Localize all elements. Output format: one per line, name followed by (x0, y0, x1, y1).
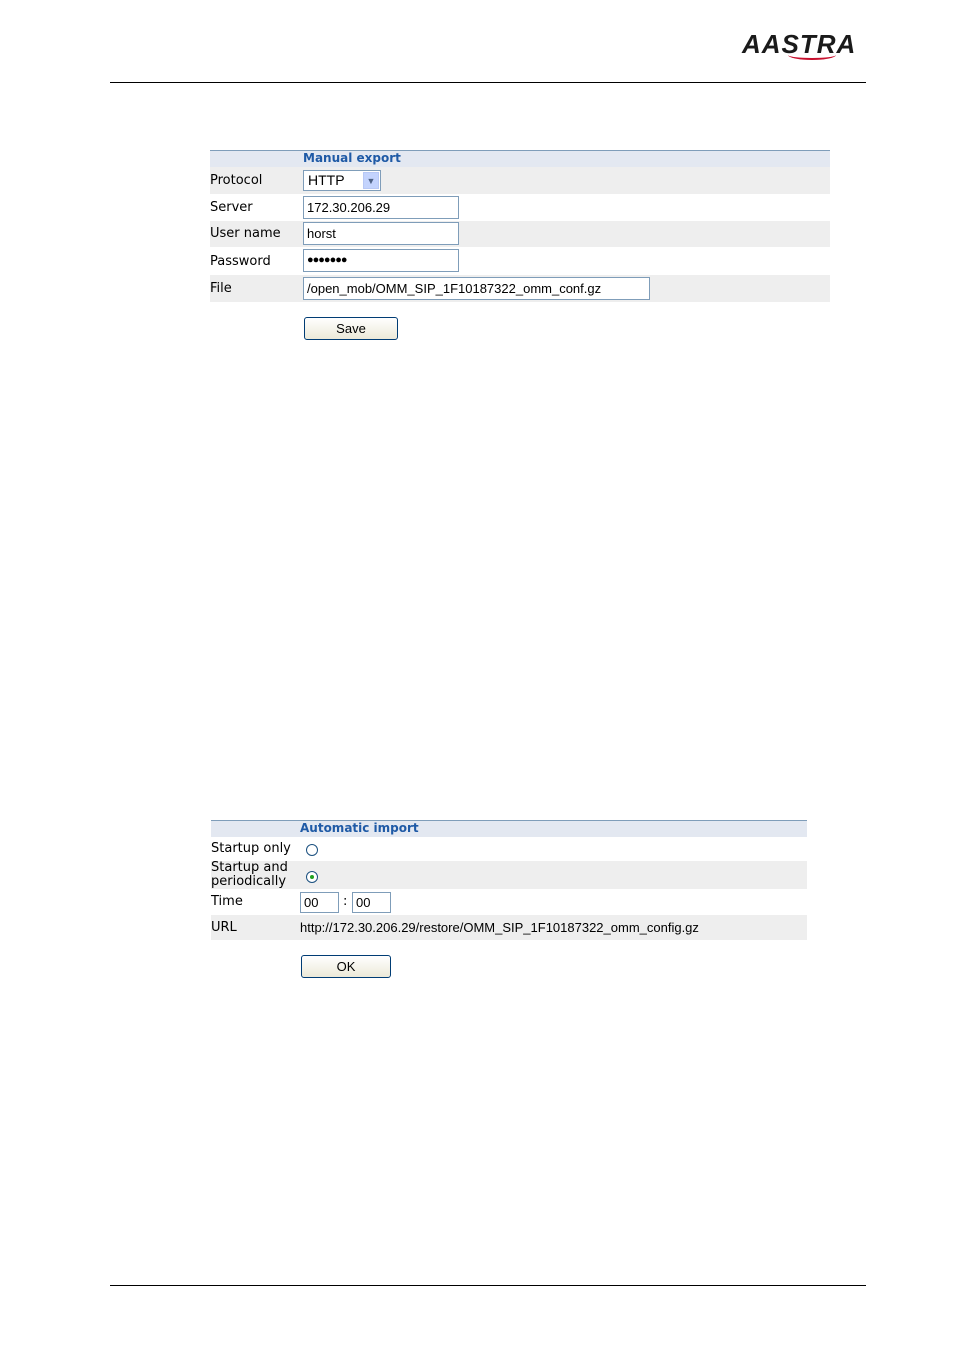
automatic-import-form: Automatic import Startup only Startup an… (211, 820, 807, 980)
automatic-import-header: Automatic import (211, 820, 807, 837)
save-button[interactable]: Save (304, 317, 398, 340)
ok-button[interactable]: OK (301, 955, 391, 978)
automatic-import-title: Automatic import (300, 821, 419, 835)
user-name-input[interactable]: horst (303, 222, 459, 245)
password-input[interactable]: ●●●●●●● (303, 249, 459, 272)
footer-rule (110, 1285, 866, 1286)
manual-export-title: Manual export (303, 151, 401, 165)
password-label: Password (210, 254, 271, 269)
startup-periodic-row: Startup and periodically (211, 861, 807, 889)
server-label: Server (210, 200, 253, 215)
startup-only-radio[interactable] (306, 844, 318, 856)
time-hours-input[interactable]: 00 (300, 892, 339, 913)
time-separator: : (343, 894, 348, 909)
protocol-value: HTTP (308, 172, 345, 188)
startup-periodic-label: Startup and periodically (211, 860, 288, 889)
server-input[interactable]: 172.30.206.29 (303, 196, 459, 219)
time-label: Time (211, 894, 243, 909)
file-label: File (210, 281, 232, 296)
startup-only-row: Startup only (211, 837, 807, 861)
chevron-down-icon[interactable]: ▼ (363, 172, 379, 189)
header-rule (110, 82, 866, 83)
user-name-label: User name (210, 226, 281, 241)
file-row: File /open_mob/OMM_SIP_1F10187322_omm_co… (210, 275, 830, 302)
logo-swoosh (788, 50, 836, 60)
startup-periodic-radio[interactable] (306, 871, 318, 883)
radio-selected-dot (310, 875, 314, 879)
aastra-logo: AASTRA (742, 29, 857, 60)
url-row: URL http://172.30.206.29/restore/OMM_SIP… (211, 915, 807, 940)
url-value: http://172.30.206.29/restore/OMM_SIP_1F1… (300, 920, 699, 935)
protocol-label: Protocol (210, 173, 263, 188)
user-name-row: User name horst (210, 221, 830, 247)
protocol-row: Protocol HTTP ▼ (210, 167, 830, 194)
manual-export-header: Manual export (210, 150, 830, 167)
manual-export-form: Manual export Protocol HTTP ▼ Server 172… (210, 150, 830, 345)
url-label: URL (211, 920, 237, 935)
time-minutes-input[interactable]: 00 (352, 892, 391, 913)
password-row: Password ●●●●●●● (210, 248, 830, 275)
protocol-select[interactable]: HTTP ▼ (303, 170, 381, 191)
server-row: Server 172.30.206.29 (210, 194, 830, 221)
file-input[interactable]: /open_mob/OMM_SIP_1F10187322_omm_conf.gz (303, 277, 650, 300)
startup-only-label: Startup only (211, 841, 291, 856)
time-row: Time 00 : 00 (211, 889, 807, 915)
